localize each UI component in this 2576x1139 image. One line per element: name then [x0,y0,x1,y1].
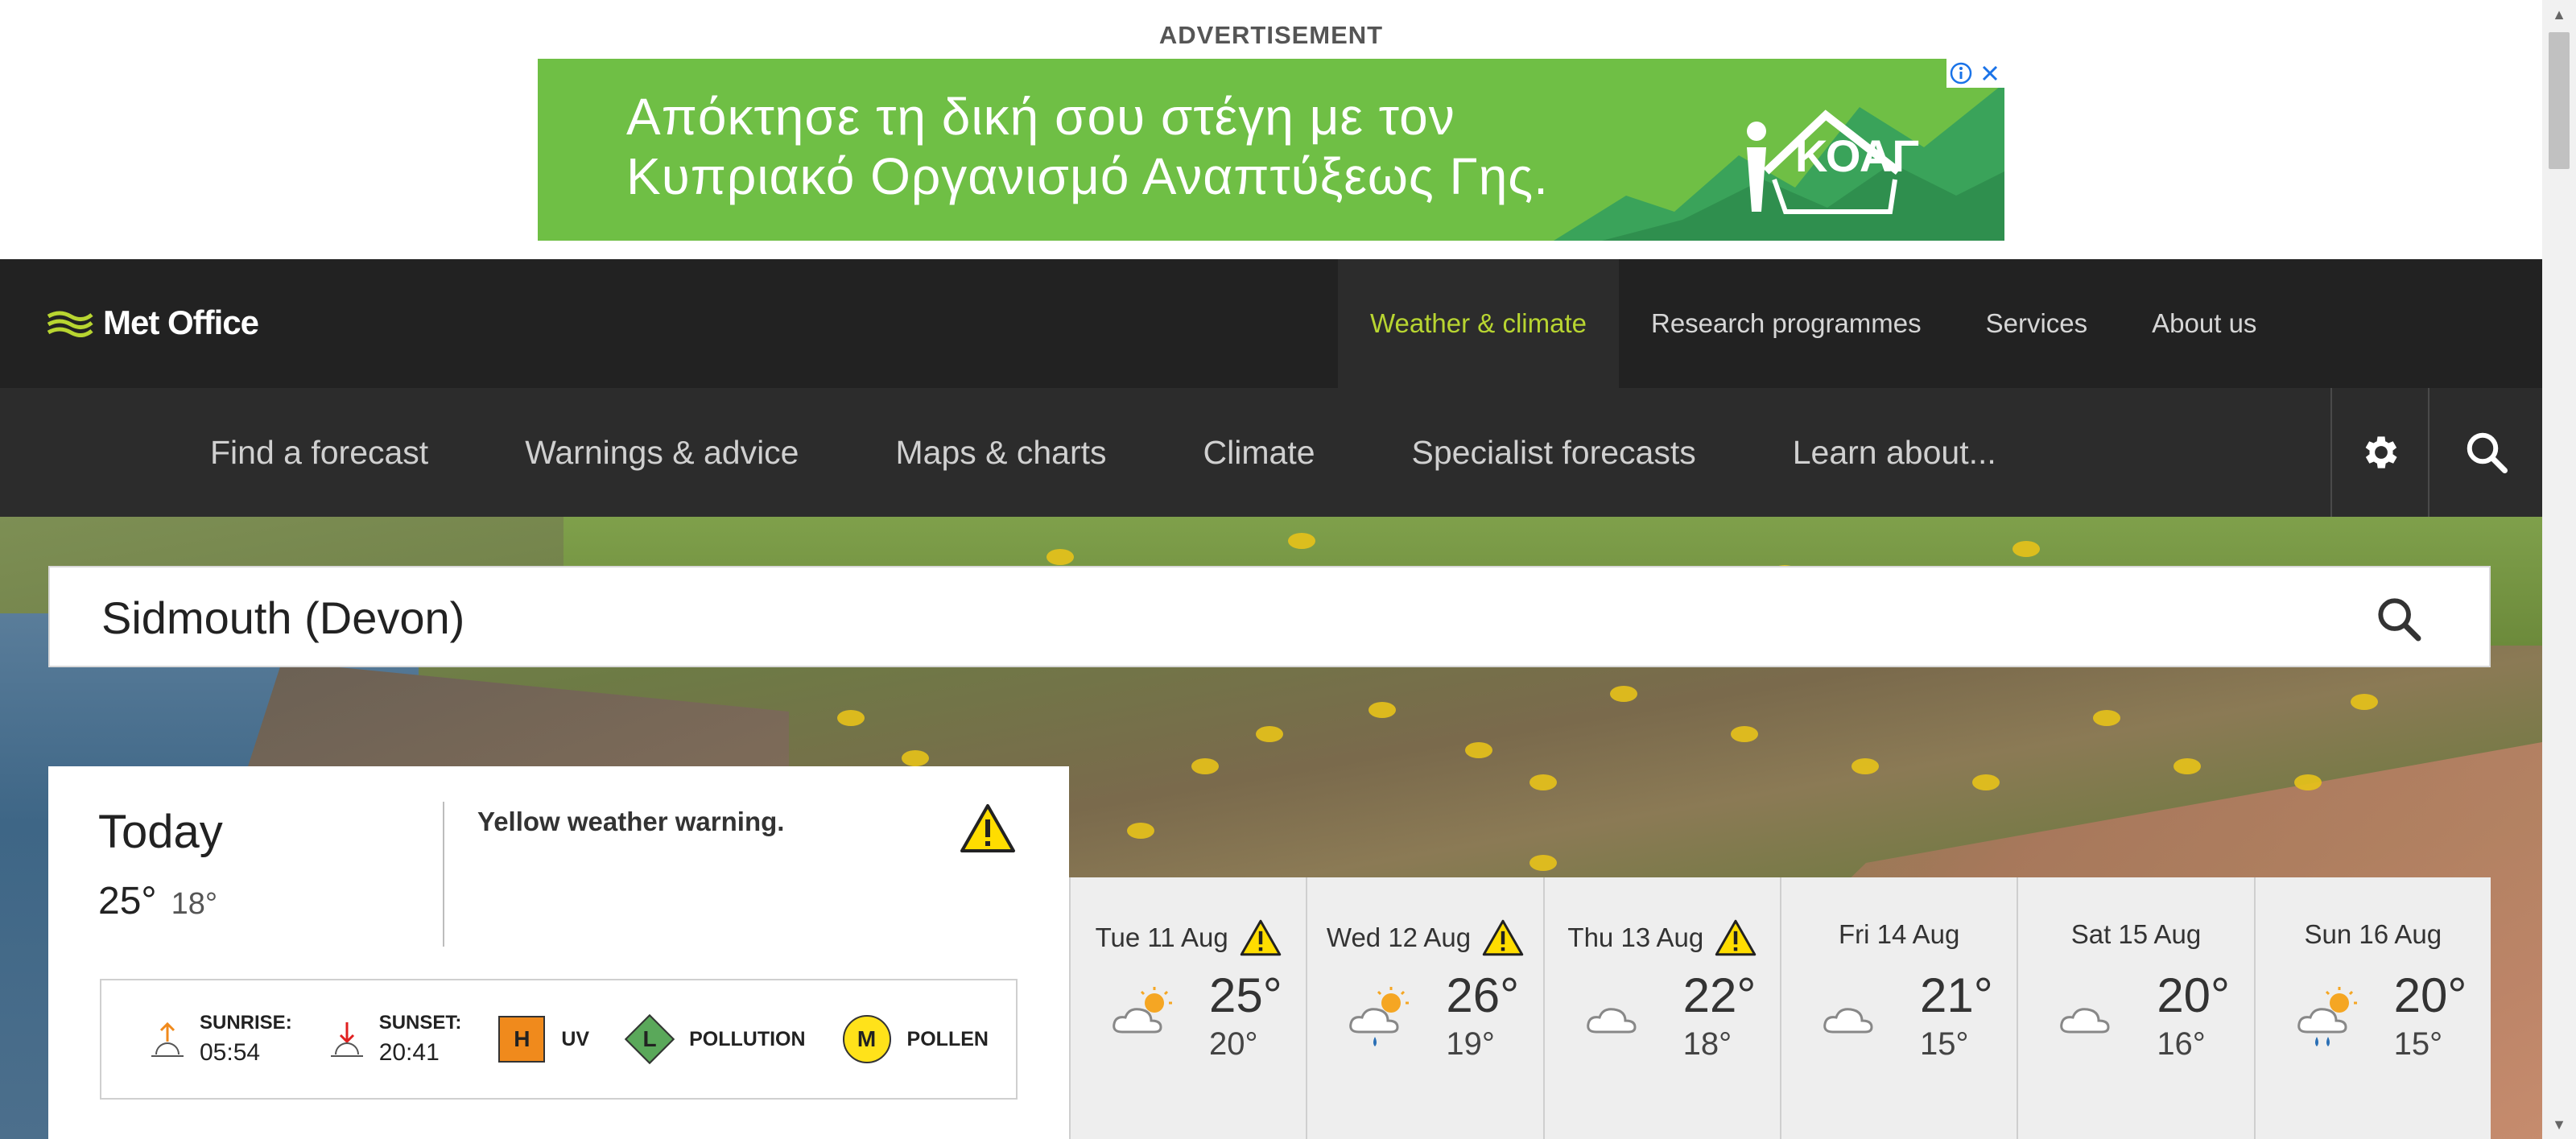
primary-nav: Weather & climate Research programmes Se… [1338,259,2289,388]
logo-text: Met Office [103,303,259,341]
divider [443,802,444,947]
met-office-logo[interactable]: Met Office [47,303,259,342]
nav-about-us[interactable]: About us [2120,259,2289,388]
location-search-button[interactable] [2373,593,2425,645]
sunset: SUNSET: 20:41 [329,1009,462,1069]
nav-services[interactable]: Services [1954,259,2120,388]
day-low: 15° [2393,1026,2443,1062]
search-icon [2378,598,2421,642]
ad-line-2: Κυπριακό Οργανισμό Αναπτύξεως Γης. [626,147,1549,205]
day-high: 22° [1682,968,1757,1022]
pollution-badge: L [624,1013,675,1065]
location-search-input[interactable]: Sidmouth (Devon) [101,592,464,644]
ad-info-icon[interactable] [1946,59,1975,88]
subnav-warnings-advice[interactable]: Warnings & advice [477,388,847,517]
page-scrollbar[interactable]: ▲ ▼ [2542,0,2576,1139]
scroll-up-icon[interactable]: ▲ [2542,0,2576,29]
day-label: Fri 14 Aug [1838,919,1960,949]
today-info-box: SUNRISE: 05:54 SUNSET: 20:41 H UV L POLL… [100,979,1018,1100]
sunrise-label: SUNRISE: [200,1012,292,1034]
day-label: Wed 12 Aug [1326,922,1472,952]
day-tab[interactable]: Sun 16 Aug 20° 15° [2253,877,2491,1139]
day-label: Thu 13 Aug [1567,922,1704,952]
ad-line-1: Απόκτησε τη δική σου στέγη με τον [626,88,1455,146]
day-low: 20° [1209,1026,1258,1062]
sunrise: SUNRISE: 05:54 [150,1009,292,1069]
today-forecast-card[interactable]: Today 25° 18° Yellow weather warning. SUN… [48,766,1069,1139]
settings-button[interactable] [2330,388,2429,517]
light-shower-icon [1349,987,1410,1046]
pollution-level: L [642,1026,657,1051]
sunrise-icon [151,1021,184,1057]
day-high: 20° [2393,968,2467,1022]
pollution[interactable]: L POLLUTION [624,1013,806,1065]
day-label: Tue 11 Aug [1095,922,1228,952]
met-office-logo-icon [47,311,93,337]
day-high: 25° [1209,968,1282,1022]
subnav-maps-charts[interactable]: Maps & charts [847,388,1154,517]
pollen-label: POLLEN [906,1027,989,1050]
subnav-find-a-forecast[interactable]: Find a forecast [161,388,477,517]
uv-label: UV [561,1027,590,1050]
day-tab[interactable]: Tue 11 Aug 25° 20° [1069,877,1307,1139]
today-low: 18° [171,887,218,921]
site-search-button[interactable] [2428,388,2544,517]
ad-banner[interactable]: Απόκτησε τη δική σου στέγη με τον Κυπρια… [538,59,2004,241]
today-temperatures: 25° 18° [98,879,217,923]
warning-text[interactable]: Yellow weather warning. [477,807,784,837]
today-title: Today [98,806,223,858]
day-low: 15° [1919,1026,1969,1062]
nav-weather-climate[interactable]: Weather & climate [1338,259,1619,388]
day-tab[interactable]: Sat 15 Aug 20° 16° [2017,877,2254,1139]
sunset-icon [330,1022,363,1057]
pollen-badge: M [842,1015,891,1063]
site-header: Met Office Weather & climate Research pr… [0,259,2542,388]
gear-icon [2365,436,2397,468]
ad-close-icon[interactable] [1975,59,2004,88]
pollution-label: POLLUTION [689,1027,806,1050]
secondary-nav: Find a forecast Warnings & advice Maps &… [161,388,2045,517]
subnav-specialist-forecasts[interactable]: Specialist forecasts [1364,388,1744,517]
nav-research-programmes[interactable]: Research programmes [1619,259,1954,388]
day-tab[interactable]: Fri 14 Aug 21° 15° [1779,877,2017,1139]
search-icon [2467,432,2508,473]
day-high: 26° [1446,968,1520,1022]
day-high: 21° [1919,968,1993,1022]
day-low: 16° [2157,1026,2206,1062]
cloudy-icon [1586,1008,1637,1034]
subnav-learn-about[interactable]: Learn about... [1744,388,2045,517]
sunset-time: 20:41 [378,1039,440,1066]
day-label: Sun 16 Aug [2304,919,2442,949]
cloudy-icon [1823,1008,1873,1034]
day-high: 20° [2157,968,2231,1022]
scroll-down-icon[interactable]: ▼ [2542,1110,2576,1139]
today-high: 25° [98,880,157,922]
day-low: 18° [1682,1026,1732,1062]
uv-badge: H [498,1016,546,1063]
sunny-intervals-icon [1113,987,1172,1034]
uv-index[interactable]: H UV [498,1016,589,1063]
ad-text: Απόκτησε τη δική σου στέγη με τον Κυπρια… [626,87,1549,206]
warning-icon [1715,919,1757,956]
ad-brand: ΚΟΑΓ [1795,130,1920,181]
advertisement-label: ADVERTISEMENT [1158,21,1384,49]
day-low: 19° [1446,1026,1495,1062]
heavy-shower-icon [2297,987,2357,1046]
location-search[interactable]: Sidmouth (Devon) [48,566,2491,667]
sunset-label: SUNSET: [378,1012,462,1034]
warning-icon [1240,919,1281,956]
day-tab[interactable]: Wed 12 Aug 26° 19° [1306,877,1543,1139]
ad-controls [1946,59,2004,88]
sunrise-time: 05:54 [200,1039,261,1066]
warning-icon [1482,919,1524,956]
subnav-climate[interactable]: Climate [1155,388,1364,517]
cloudy-icon [2060,1008,2110,1034]
secondary-nav-bar: Find a forecast Warnings & advice Maps &… [0,388,2542,517]
warning-icon [960,804,1015,852]
day-tab[interactable]: Thu 13 Aug 22° 18° [1542,877,1780,1139]
pollen[interactable]: M POLLEN [842,1015,989,1063]
daily-forecast-tabs: Tue 11 Aug 25° 20° Wed 12 Aug 26° 19° Th… [1069,877,2491,1139]
scroll-thumb[interactable] [2549,32,2570,169]
day-label: Sat 15 Aug [2070,919,2202,949]
